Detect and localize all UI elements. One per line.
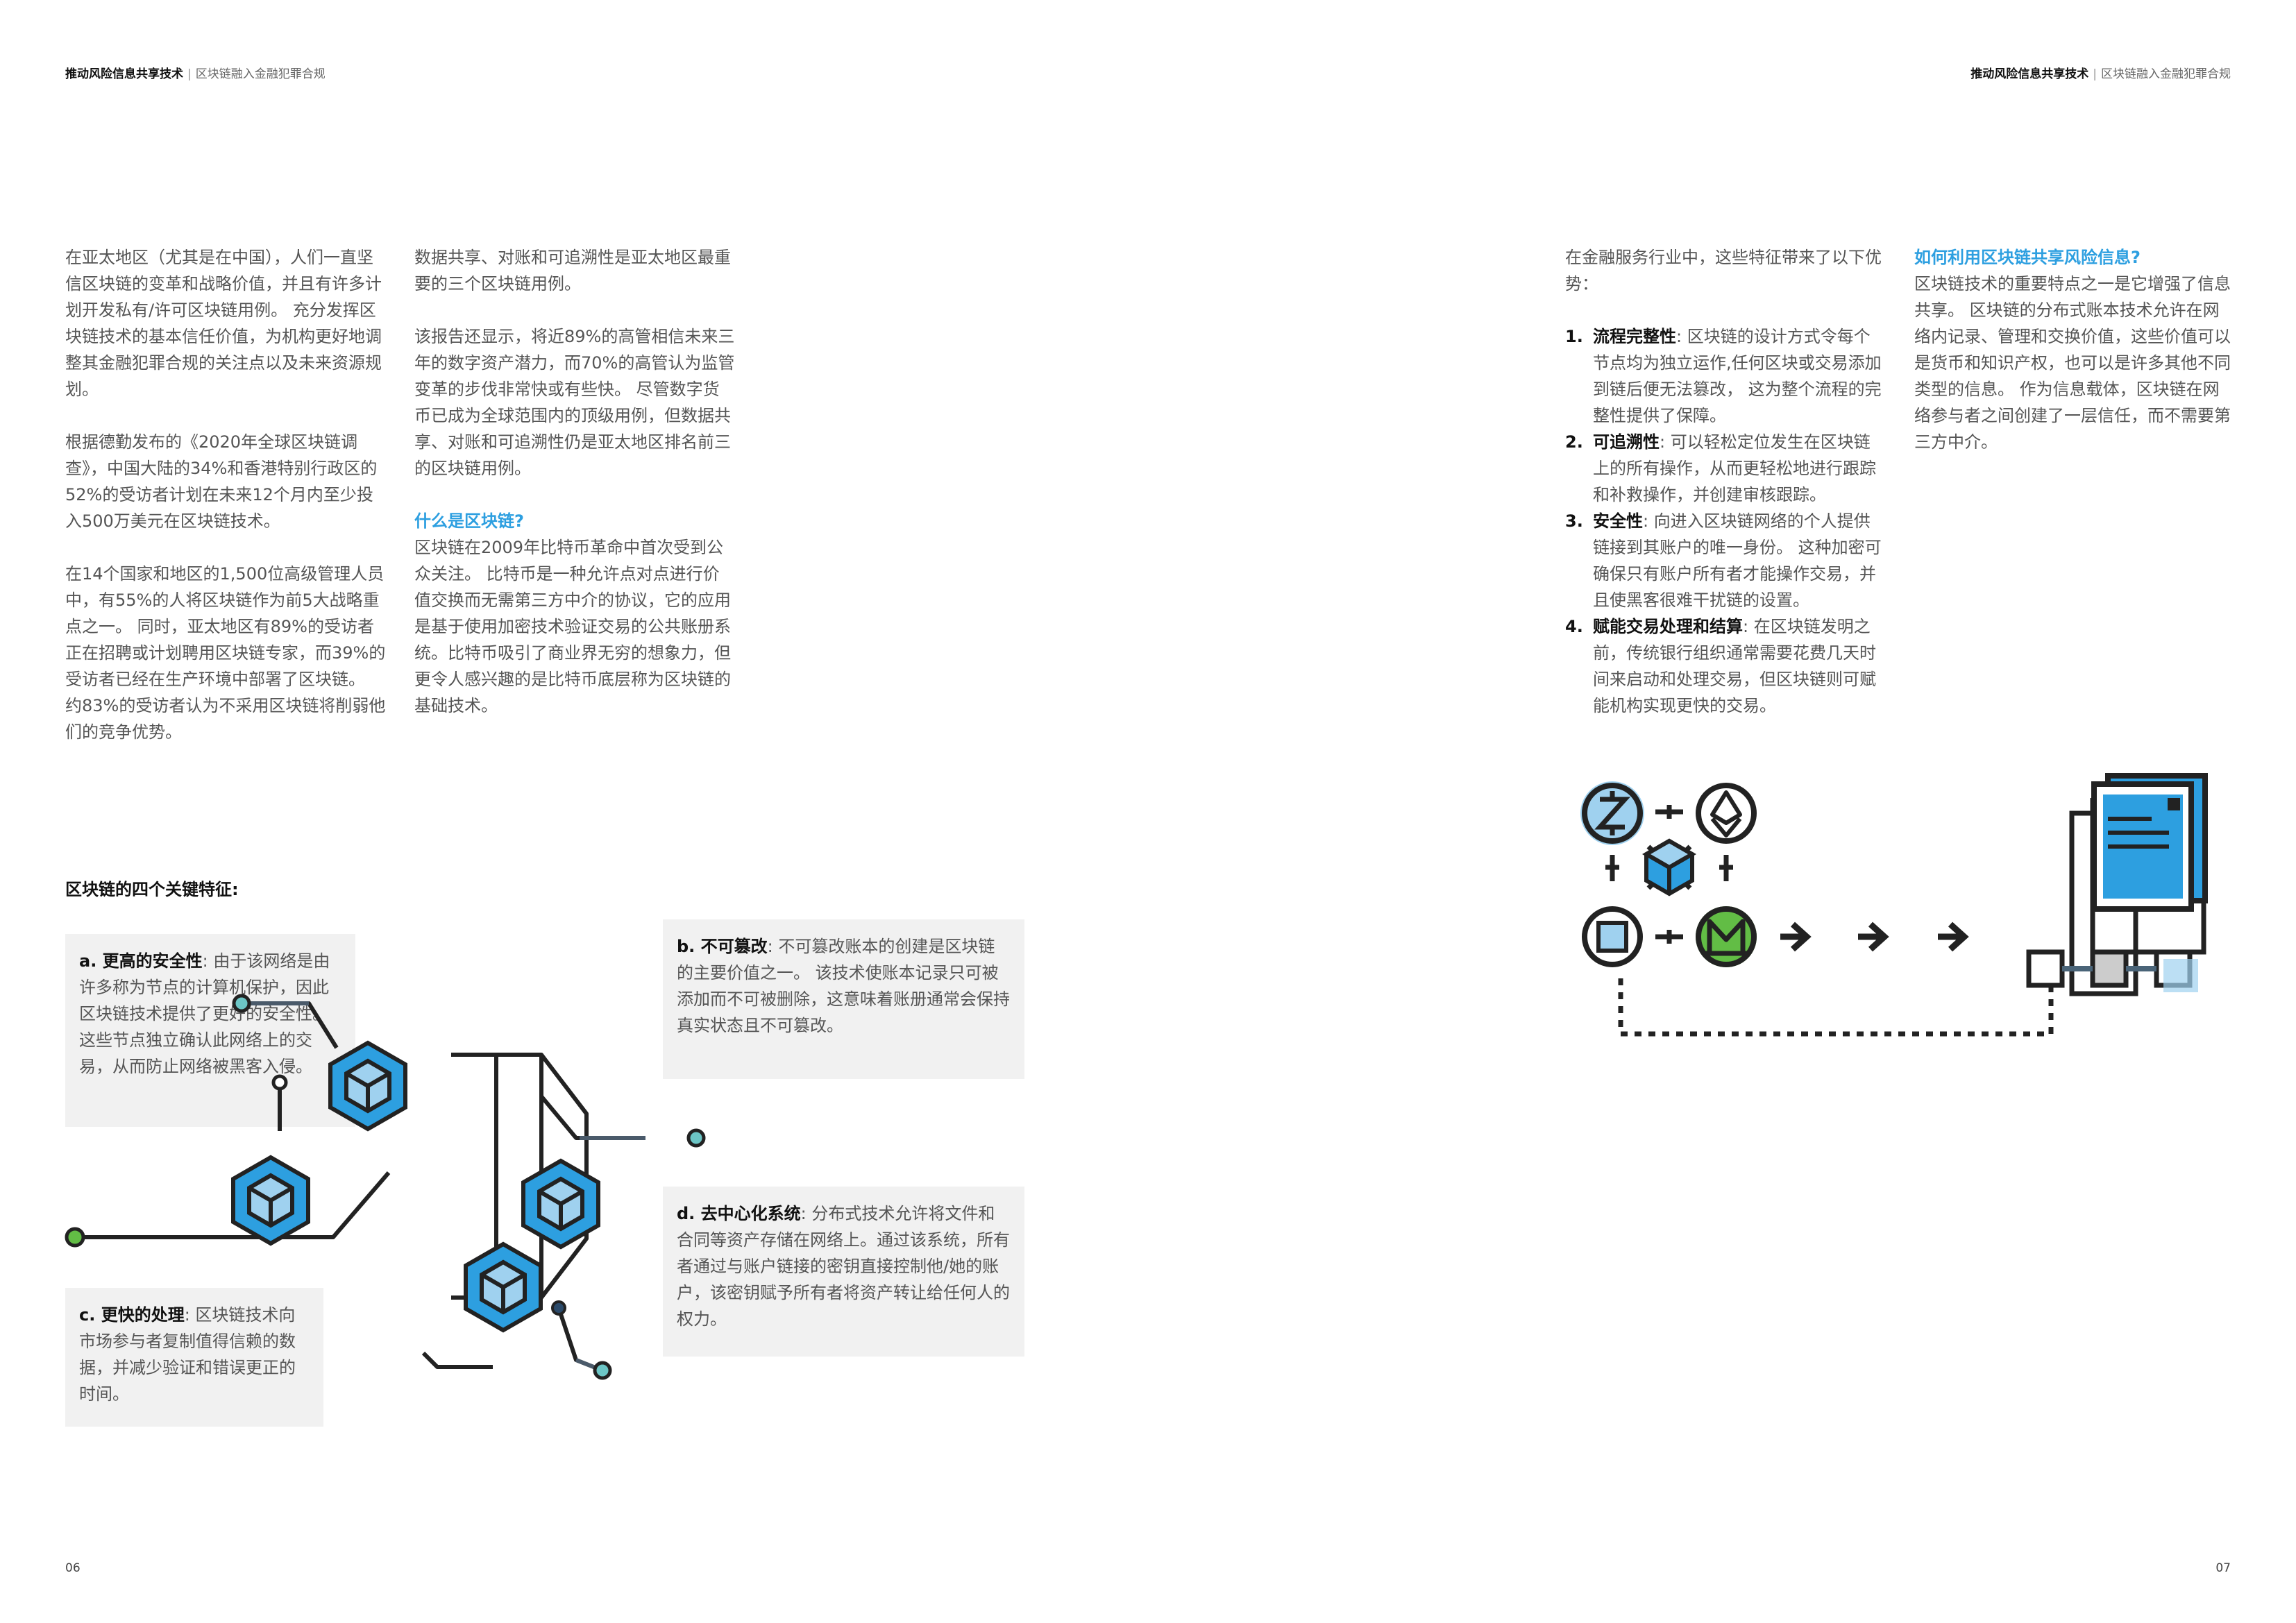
- list-item: 4. 赋能交易处理和结算: 在区块链发明之前，传统银行组织通常需要花费几天时间来启…: [1565, 617, 1876, 715]
- header-left: 推动风险信息共享技术 | 区块链融入金融犯罪合规: [65, 67, 326, 81]
- blockchain-cubes-icon: [65, 994, 706, 1380]
- paragraph: 在金融服务行业中，这些特征带来了以下优势：: [1565, 248, 1882, 294]
- list-item: 3. 安全性: 向进入区块链网络的个人提供链接到其账户的唯一身份。 这种加密可确保…: [1565, 511, 1882, 610]
- blockchain-cube-icon: [1641, 838, 1697, 897]
- header-right-subtitle: 区块链融入金融犯罪合规: [2101, 67, 2231, 81]
- left-column-1: 在亚太地区（尤其是在中国），人们一直坚信区块链的变革和战略价值，并且有许多计划开…: [65, 244, 386, 772]
- node-teal: [271, 1074, 288, 1091]
- header-right-title: 推动风险信息共享技术: [1970, 67, 2089, 81]
- list-item: 1. 流程完整性: 区块链的设计方式令每个节点均为独立运作,任何区块或交易添加到链…: [1565, 327, 1882, 425]
- features-title: 区块链的四个关键特征:: [65, 880, 239, 899]
- node-teal: [593, 1361, 612, 1380]
- right-column-1: 在金融服务行业中，这些特征带来了以下优势： 1. 流程完整性: 区块链的设计方式令…: [1565, 244, 1886, 719]
- benefits-list: 1. 流程完整性: 区块链的设计方式令每个节点均为独立运作,任何区块或交易添加到链…: [1565, 323, 1886, 719]
- paragraph: 根据德勤发布的《2020年全球区块链调查》，中国大陆的34%和香港特别行政区的5…: [65, 432, 378, 531]
- section-heading: 如何利用区块链共享风险信息?: [1914, 248, 2141, 267]
- paragraph: 该报告还显示，将近89%的高管相信未来三年的数字资产潜力，而70%的高管认为监管…: [414, 327, 735, 478]
- header-right: 推动风险信息共享技术 | 区块链融入金融犯罪合规: [1970, 67, 2231, 81]
- node-dark: [551, 1300, 566, 1316]
- paragraph: 在亚太地区（尤其是在中国），人们一直坚信区块链的变革和战略价值，并且有许多计划开…: [65, 248, 382, 399]
- header-left-subtitle: 区块链融入金融犯罪合规: [195, 67, 326, 81]
- monero-coin-icon: [1696, 906, 1757, 967]
- node-green: [65, 1227, 85, 1248]
- paragraph: 区块链技术的重要特点之一是它增强了信息共享。 区块链的分布式账本技术允许在网络内…: [1914, 274, 2231, 452]
- paragraph: 在14个国家和地区的1,500位高级管理人员中，有55%的人将区块链作为前5大战…: [65, 564, 386, 742]
- square-coin-icon: [1582, 906, 1643, 967]
- section-heading: 什么是区块链?: [414, 511, 524, 531]
- page-number-right: 07: [2215, 1561, 2231, 1575]
- list-item: 2. 可追溯性: 可以轻松定位发生在区块链上的所有操作，从而更轻松地进行跟踪和补救…: [1565, 432, 1876, 504]
- node-teal: [686, 1128, 706, 1148]
- ethereum-coin-icon: [1696, 783, 1757, 844]
- right-column-2: 如何利用区块链共享风险信息? 区块链技术的重要特点之一是它增强了信息共享。 区块…: [1914, 244, 2235, 482]
- page-number-left: 06: [65, 1561, 81, 1575]
- paragraph: 区块链在2009年比特币革命中首次受到公众关注。 比特币是一种允许点对点进行价值…: [414, 538, 731, 715]
- header-left-title: 推动风险信息共享技术: [65, 67, 183, 81]
- left-column-2: 数据共享、对账和可追溯性是亚太地区最重要的三个区块链用例。 该报告还显示，将近8…: [414, 244, 735, 745]
- zcash-coin-icon: [1580, 781, 1644, 845]
- paragraph: 数据共享、对账和可追溯性是亚太地区最重要的三个区块链用例。: [414, 248, 731, 294]
- arrow-right-icon: [1780, 921, 1969, 952]
- document-icon: [2026, 773, 2208, 996]
- coin-network-illustration: [1580, 773, 2208, 1037]
- node-teal: [232, 994, 251, 1013]
